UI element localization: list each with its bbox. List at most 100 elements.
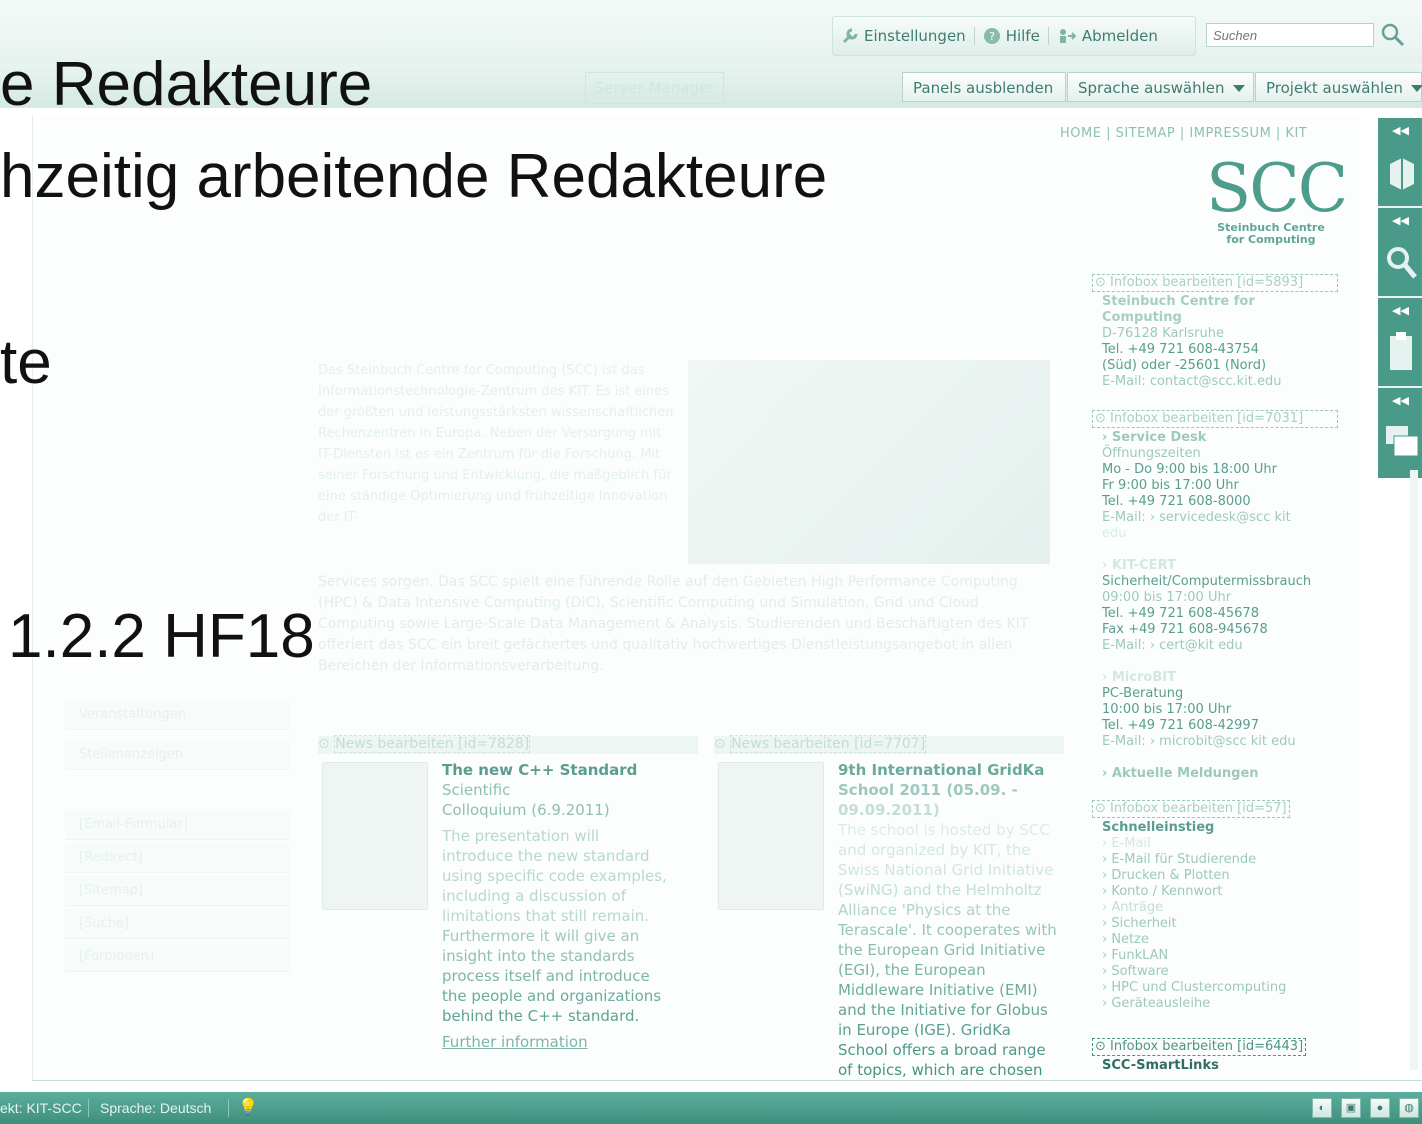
news-line: limitations that still remain. <box>442 907 650 925</box>
kit-cert-link[interactable]: › KIT-CERT <box>1102 558 1338 574</box>
quick-link[interactable]: › Anträge <box>1102 900 1338 916</box>
quick-link[interactable]: › Konto / Kennwort <box>1102 884 1338 900</box>
divider <box>32 1080 1422 1081</box>
sidebar-item[interactable]: Stellenanzeigen <box>65 740 290 770</box>
infobox-line: Mo - Do 9:00 bis 18:00 Uhr <box>1102 462 1278 477</box>
slide-text-line: e Redakteure <box>0 50 373 119</box>
site-top-nav[interactable]: HOME | SITEMAP | IMPRESSUM | KIT <box>1060 126 1307 141</box>
news-line: and organized by KIT, the <box>838 841 1031 859</box>
infobox-title: SCC-SmartLinks <box>1102 1058 1219 1073</box>
infobox-line: Tel. +49 721 608-43754 <box>1102 342 1259 357</box>
scrollbar[interactable] <box>1410 470 1418 1070</box>
quick-link[interactable]: › HPC und Clustercomputing <box>1102 980 1338 996</box>
news-title-line: 9th International GridKa <box>838 761 1045 779</box>
news-title[interactable]: 9th International GridKa School 2011 (05… <box>838 760 1068 820</box>
panel-tab-structure[interactable]: ◀◀ <box>1378 118 1422 208</box>
news-edit-header[interactable]: ⊙ News bearbeiten [id=7828] <box>318 735 698 754</box>
search-icon <box>1381 23 1405 47</box>
infobox-edit-header[interactable]: ⊙ Infobox bearbeiten [id=7031] <box>1092 410 1338 428</box>
help-label: Hilfe <box>1005 27 1040 45</box>
quick-link[interactable]: › FunkLAN <box>1102 948 1338 964</box>
news-title-line: School 2011 (05.09. - <box>838 781 1018 799</box>
project-select[interactable]: Projekt auswählen <box>1255 72 1422 102</box>
news-line: including a discussion of <box>442 887 627 905</box>
news-line: of topics, which are chosen <box>838 1061 1043 1079</box>
infobox-line: Öffnungszeiten <box>1102 446 1201 461</box>
current-news-link[interactable]: › Aktuelle Meldungen <box>1102 766 1338 782</box>
intro-image <box>688 360 1050 564</box>
settings-button[interactable]: Einstellungen <box>833 27 974 45</box>
slide-text-line: 1.2.2 HF18 <box>8 602 315 671</box>
status-icon-button[interactable]: ◐ <box>1312 1098 1332 1118</box>
panel-tab-clipboard[interactable]: ◀◀ <box>1378 298 1422 388</box>
news-edit-header[interactable]: ⊙ News bearbeiten [id=7707] <box>714 735 1064 754</box>
intro-text: Das Steinbuch Centre for Computing (SCC)… <box>318 363 674 525</box>
infobox-body: D-76128 Karlsruhe Tel. +49 721 608-43754… <box>1102 326 1338 390</box>
quick-link[interactable]: › Software <box>1102 964 1338 980</box>
edit-icon: ⊙ <box>318 736 335 752</box>
status-icon-button[interactable]: ● <box>1370 1098 1390 1118</box>
news-item: The new C++ Standard Scientific Colloqui… <box>442 760 682 1052</box>
further-info-link[interactable]: Further information <box>442 1032 682 1052</box>
status-language: Sprache: Deutsch <box>100 1100 212 1116</box>
service-desk-link[interactable]: › Service Desk <box>1102 430 1338 446</box>
status-icon-button[interactable]: ◍ <box>1399 1098 1419 1118</box>
microbit-link[interactable]: › MicroBIT <box>1102 670 1338 686</box>
infobox-line: E-Mail: › servicedesk@scc kit <box>1102 510 1291 525</box>
sidebar-item[interactable]: Veranstaltungen <box>65 700 290 730</box>
infobox-edit-header[interactable]: ⊙ Infobox bearbeiten [id=57] <box>1092 800 1290 818</box>
wrench-icon <box>842 28 858 44</box>
status-icon-button[interactable]: ▣ <box>1341 1098 1361 1118</box>
quick-link[interactable]: › Sicherheit <box>1102 916 1338 932</box>
infobox-contact: ⊙ Infobox bearbeiten [id=5893] Steinbuch… <box>1092 274 1338 390</box>
news-line: (EGI), the European <box>838 961 986 979</box>
panel-tab-search[interactable]: ◀◀ <box>1378 208 1422 298</box>
logout-label: Abmelden <box>1081 27 1158 45</box>
news-subtitle: Scientific <box>442 781 511 799</box>
sidebar-item[interactable]: [Sitemap] <box>65 876 290 906</box>
infobox-edit-header[interactable]: ⊙ Infobox bearbeiten [id=6443] <box>1092 1038 1307 1056</box>
infobox-edit-header[interactable]: ⊙ Infobox bearbeiten [id=5893] <box>1092 274 1338 292</box>
infobox-line: (Süd) oder -25601 (Nord) <box>1102 358 1267 373</box>
news-body: The presentation will introduce the new … <box>442 826 682 1026</box>
logout-button[interactable]: Abmelden <box>1049 27 1166 45</box>
collapse-icon: ◀◀ <box>1392 214 1409 227</box>
sidebar-item[interactable]: [Suche] <box>65 909 290 939</box>
report-icon: ▣ <box>1345 1102 1357 1114</box>
sidebar-item[interactable]: [Forbidden] <box>65 942 290 972</box>
infobox-line: E-Mail: contact@scc.kit.edu <box>1102 374 1282 389</box>
infobox-body: › Service Desk Öffnungszeiten Mo - Do 9:… <box>1102 430 1338 782</box>
quick-link[interactable]: › E-Mail <box>1102 836 1338 852</box>
news-line: (SwiNG) and the Helmholtz <box>838 881 1042 899</box>
infobox-edit-label: Infobox bearbeiten [id=5893] <box>1110 275 1304 290</box>
quick-link[interactable]: › Drucken & Plotten <box>1102 868 1338 884</box>
news-line: The school is hosted by SCC <box>838 821 1050 839</box>
panel-tab-windows[interactable]: ◀◀ <box>1378 388 1422 476</box>
infobox-edit-label: Infobox bearbeiten [id=57] <box>1110 801 1287 816</box>
news-title[interactable]: The new C++ Standard <box>442 760 682 780</box>
language-select[interactable]: Sprache auswählen <box>1067 72 1254 102</box>
magnifier-icon <box>1387 247 1417 279</box>
quick-link[interactable]: › E-Mail für Studierende <box>1102 852 1338 868</box>
slide-text-line: te <box>0 328 52 397</box>
server-manager-button[interactable]: Server Manager <box>585 72 724 104</box>
quick-link[interactable]: › Netze <box>1102 932 1338 948</box>
sidebar-item[interactable]: [Redirect] <box>65 843 290 873</box>
search-button[interactable] <box>1380 22 1406 48</box>
help-button[interactable]: ? Hilfe <box>975 27 1048 45</box>
infobox-line: 09:00 bis 17:00 Uhr <box>1102 590 1232 605</box>
hide-panels-button[interactable]: Panels ausblenden <box>902 72 1066 102</box>
lightbulb-icon[interactable]: 💡 <box>238 1097 258 1117</box>
sidebar-item[interactable]: [Email-Formular] <box>65 810 290 840</box>
search-input[interactable] <box>1206 23 1374 47</box>
edit-icon: ⊙ <box>714 736 731 752</box>
infobox-line: E-Mail: › cert@kit edu <box>1102 638 1243 653</box>
infobox-body: Schnelleinstieg › E-Mail › E-Mail für St… <box>1102 820 1338 1012</box>
news-title-line: 09.09.2011) <box>838 801 940 819</box>
news-line: Middleware Initiative (EMI) <box>838 981 1038 999</box>
news-line: Terascale'. It cooperates with <box>838 921 1057 939</box>
quick-link[interactable]: › Geräteausleihe <box>1102 996 1338 1012</box>
logo-subtitle: Steinbuch Centre for Computing <box>1206 222 1336 246</box>
